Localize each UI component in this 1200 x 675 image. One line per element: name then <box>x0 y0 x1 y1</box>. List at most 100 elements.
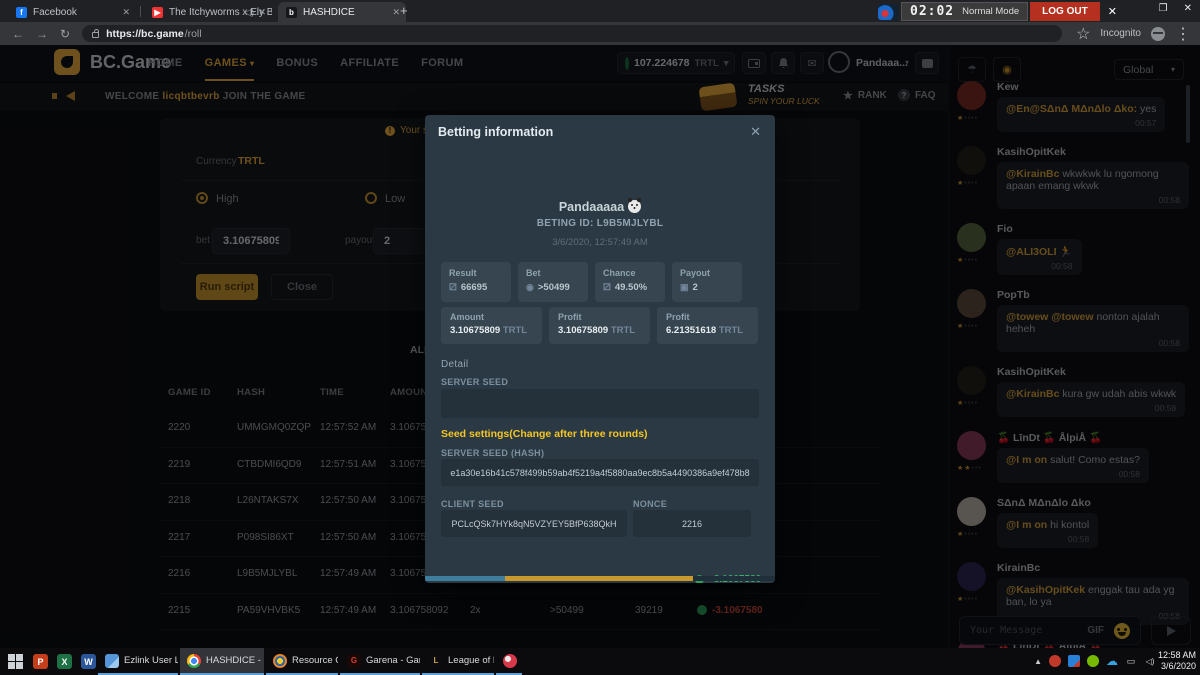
avatar[interactable] <box>957 366 986 395</box>
high-label[interactable]: High <box>216 193 239 205</box>
chat-channel-select[interactable]: Global▾ <box>1114 59 1184 80</box>
user-name[interactable]: Pandaaa... <box>856 57 908 69</box>
chat-username[interactable]: KirainBc <box>997 562 1189 574</box>
wallet-button[interactable] <box>742 52 766 74</box>
faq-button[interactable]: ?FAQ <box>898 89 936 101</box>
table-row[interactable]: 2215PA59VHVBK512:57:49 AM3.1067580922x>5… <box>160 594 880 631</box>
taskbar-app-pinapp[interactable] <box>496 648 522 675</box>
bet-input[interactable] <box>212 228 290 254</box>
tab-facebook[interactable]: f Facebook ✕ <box>8 2 136 22</box>
chat-username[interactable]: SΔnΔ MΔnΔlo Δko <box>997 497 1189 509</box>
server-seed-input[interactable] <box>441 389 759 418</box>
notifications-button[interactable] <box>771 52 795 74</box>
logout-button[interactable]: LOG OUT <box>1030 2 1100 21</box>
chat-username[interactable]: 🍒 LīnDt 🍒 ÅlpiÅ 🍒 <box>997 431 1189 444</box>
rank-button[interactable]: ★RANK <box>843 89 887 102</box>
nav-item-affiliate[interactable]: AFFILIATE <box>340 45 399 81</box>
balance-pill[interactable]: 107.224678 TRTL ▾ <box>617 52 735 74</box>
high-radio[interactable] <box>196 192 208 204</box>
taskbar-app-ezlink[interactable]: Ezlink User Login <box>98 648 178 675</box>
send-message-button[interactable] <box>1151 616 1191 645</box>
tray-app-blue-icon[interactable] <box>1068 655 1080 667</box>
nonce-input[interactable] <box>633 510 751 537</box>
mention-link[interactable]: @I m on <box>1006 454 1050 466</box>
chat-username[interactable]: KasihOpitKek <box>997 146 1189 158</box>
chat-username[interactable]: KasihOpitKek <box>997 366 1189 378</box>
start-button[interactable] <box>8 654 23 669</box>
tab-youtube[interactable]: ▶ The Itchyworms x Ely Buend ◁) ✕ <box>144 2 272 22</box>
tray-volume-icon[interactable]: ◁) <box>1144 655 1156 667</box>
bookmark-star-icon[interactable]: ☆ <box>1076 24 1090 44</box>
mention-link[interactable]: @KasihOpitKek <box>1006 584 1088 596</box>
nav-item-forum[interactable]: FORUM <box>421 45 463 81</box>
tray-display-icon[interactable]: ▭ <box>1125 655 1137 667</box>
mention-link[interactable]: @KirainBc <box>1006 168 1062 180</box>
mention-link[interactable]: @towew @towew <box>1006 311 1096 323</box>
avatar[interactable] <box>957 431 986 460</box>
low-radio[interactable] <box>365 192 377 204</box>
mention-link[interactable]: @I m on <box>1006 519 1050 531</box>
bcgame-logo-icon[interactable] <box>54 49 80 75</box>
widget-close-icon[interactable]: ✕ <box>1108 5 1117 18</box>
modal-close-icon[interactable]: ✕ <box>750 124 761 140</box>
welcome-post: JOIN THE GAME <box>223 91 306 102</box>
low-label[interactable]: Low <box>385 193 405 205</box>
taskbar-app-garena[interactable]: GGarena - Game Cen... <box>340 648 420 675</box>
avatar[interactable] <box>957 497 986 526</box>
tray-onedrive-icon[interactable]: ☁ <box>1106 655 1118 667</box>
powerpoint-icon[interactable]: P <box>33 654 48 669</box>
tray-security-icon[interactable] <box>1049 655 1061 667</box>
server-seed-hash-input[interactable] <box>441 459 759 486</box>
coin-drop-button[interactable]: ◉ <box>993 57 1021 82</box>
user-avatar[interactable] <box>828 51 850 73</box>
chevron-up-icon[interactable]: ▲ <box>1034 657 1042 666</box>
messages-button[interactable]: ✉ <box>800 52 824 74</box>
taskbar-clock[interactable]: 12:58 AM 3/6/2020 <box>1158 650 1196 672</box>
amount-unit: TRTL <box>611 325 635 336</box>
avatar[interactable] <box>957 289 986 318</box>
chat-message-input[interactable] <box>960 617 1080 644</box>
restore-window-icon[interactable]: ❐ <box>1159 3 1168 14</box>
taskbar-app-chrome[interactable]: HASHDICE - Googl... <box>180 648 264 675</box>
mention-link[interactable]: @ALI3OLI <box>1006 246 1059 258</box>
tab-hashdice[interactable]: b HASHDICE ✕ <box>278 2 406 22</box>
rain-button[interactable]: ☂ <box>958 57 986 82</box>
chat-username[interactable]: Kew <box>997 81 1189 93</box>
chat-toggle-button[interactable] <box>915 52 939 74</box>
excel-icon[interactable]: X <box>57 654 72 669</box>
back-icon[interactable]: ← <box>12 27 24 41</box>
close-button[interactable]: Close <box>271 274 333 300</box>
emoji-smiley-icon[interactable] <box>1114 623 1130 639</box>
mention-link[interactable]: @En@SΔnΔ MΔnΔlo Δko: <box>1006 103 1140 115</box>
avatar[interactable] <box>957 146 986 175</box>
word-icon[interactable]: W <box>81 654 96 669</box>
menu-dots-icon[interactable]: ⋮ <box>1175 24 1191 44</box>
close-icon[interactable]: ✕ <box>258 7 266 18</box>
avatar[interactable] <box>957 562 986 591</box>
chat-username[interactable]: PopTb <box>997 289 1189 301</box>
reload-icon[interactable]: ↻ <box>60 27 70 41</box>
ezlink-icon <box>105 654 119 668</box>
close-window-icon[interactable]: ✕ <box>1184 3 1192 14</box>
currency-value[interactable]: TRTL <box>238 155 265 167</box>
forward-icon[interactable]: → <box>36 27 48 41</box>
gif-button[interactable]: GIF <box>1087 625 1104 636</box>
url-field[interactable]: https://bc.game /roll <box>82 25 1062 42</box>
run-script-button[interactable]: Run script <box>196 274 258 300</box>
level-badge: ★•••• <box>957 530 989 538</box>
avatar[interactable] <box>957 81 986 110</box>
player-name[interactable]: Pandaaaaa <box>425 200 775 214</box>
close-icon[interactable]: ✕ <box>392 7 400 18</box>
taskbar-app-lol[interactable]: LLeague of Legends <box>422 648 494 675</box>
nav-item-games[interactable]: GAMES▾ <box>205 45 255 81</box>
close-icon[interactable]: ✕ <box>122 7 130 18</box>
nav-item-home[interactable]: HOME <box>148 45 183 81</box>
mention-link[interactable]: @KirainBc <box>1006 388 1062 400</box>
client-seed-input[interactable] <box>441 510 627 537</box>
nav-item-bonus[interactable]: BONUS <box>276 45 318 81</box>
tray-nvidia-icon[interactable] <box>1087 655 1099 667</box>
chat-username[interactable]: Fio <box>997 223 1189 235</box>
taskbar-app-resource[interactable]: Resource Center <box>266 648 338 675</box>
new-tab-button[interactable]: + <box>400 3 408 18</box>
avatar[interactable] <box>957 223 986 252</box>
